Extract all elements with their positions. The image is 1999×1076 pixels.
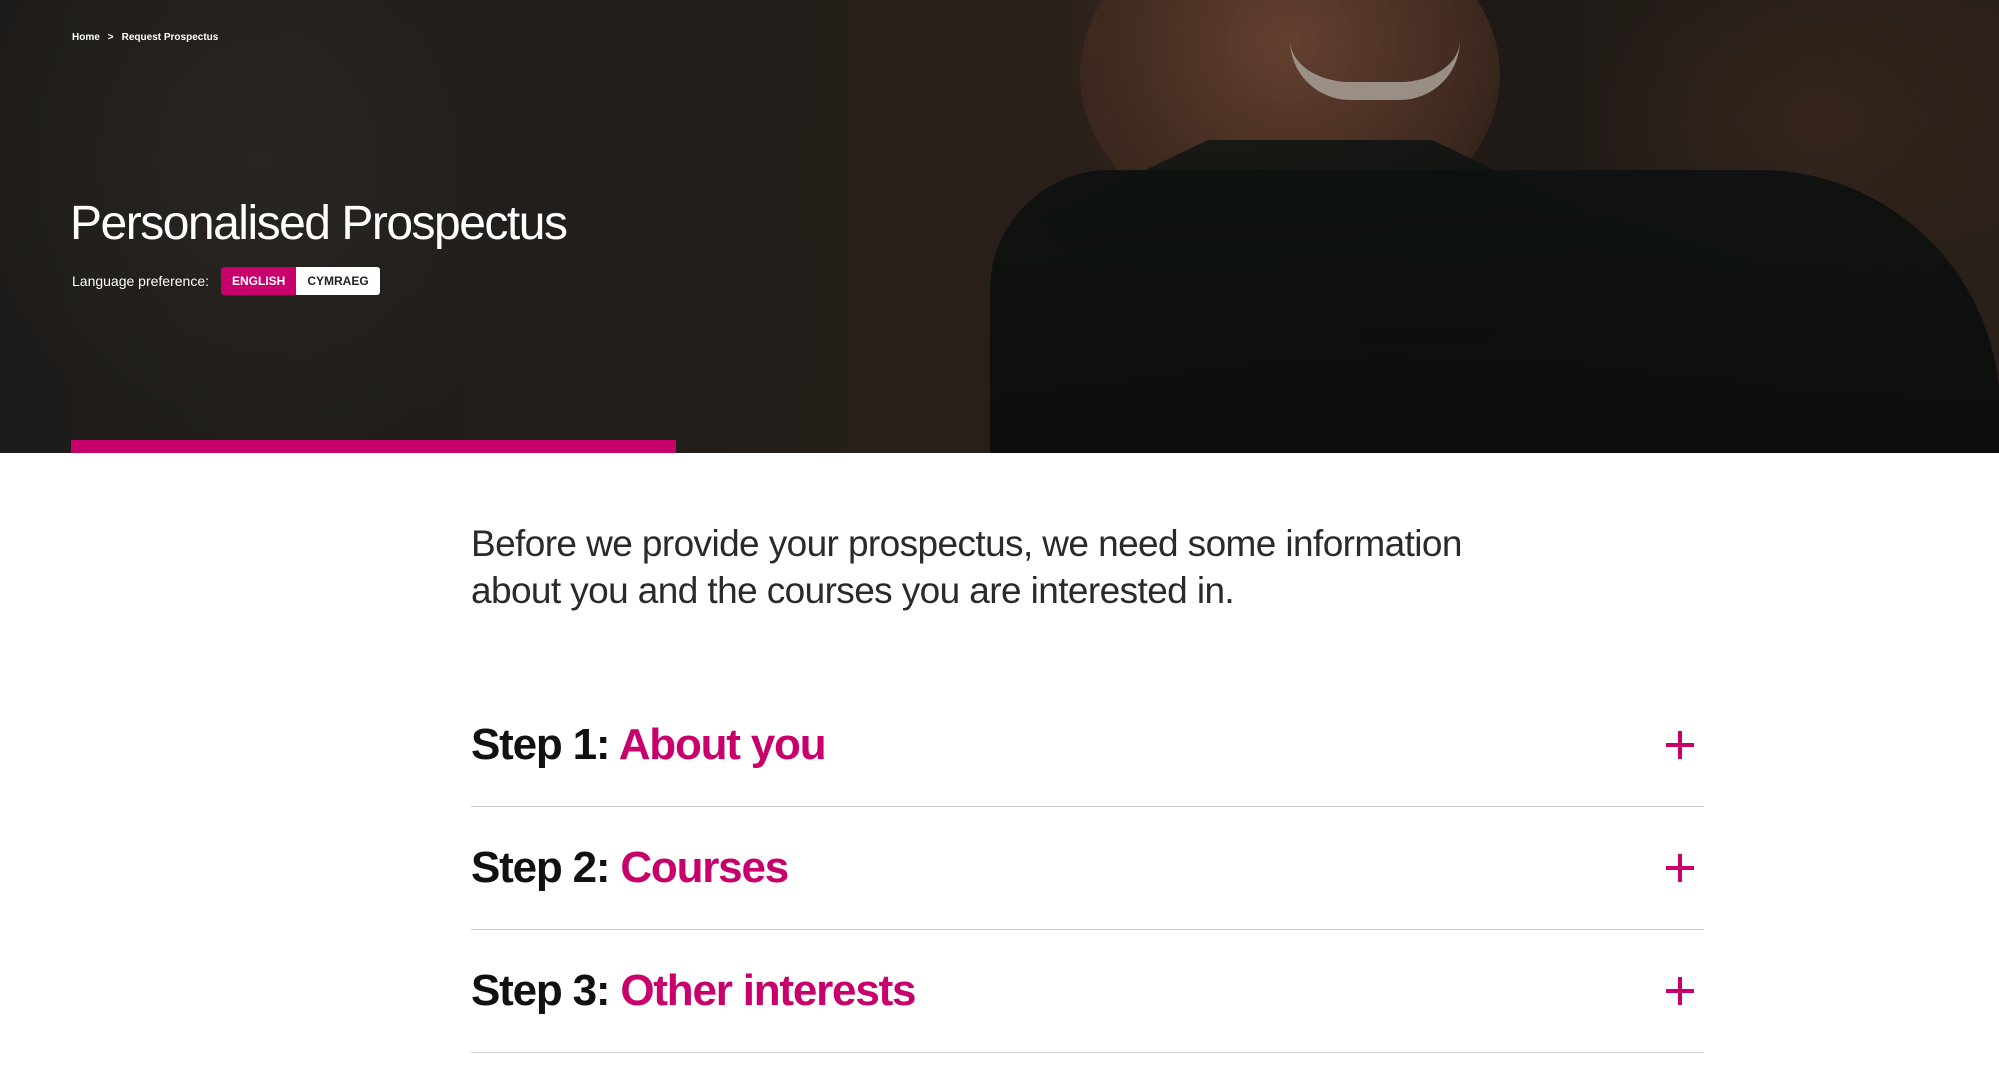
step-name: Courses [620, 843, 789, 892]
intro-text: Before we provide your prospectus, we ne… [471, 523, 1462, 611]
step-name: Other interests [620, 966, 916, 1015]
breadcrumb-separator: > [107, 32, 114, 43]
step-title: Step 1: About you [471, 720, 827, 770]
step-name: About you [618, 720, 827, 769]
language-selector: Language preference: ENGLISH CYMRAEG [72, 267, 380, 295]
step-number: Step 1: [471, 720, 610, 769]
page-title: Personalised Prospectus [70, 197, 568, 250]
plus-icon[interactable] [1666, 854, 1694, 882]
language-label: Language preference: [72, 273, 209, 289]
step-about-you[interactable]: Step 1: About you [471, 684, 1704, 807]
language-english-button[interactable]: ENGLISH [221, 267, 297, 295]
steps-accordion: Step 1: About you Step 2: Courses Step 3… [471, 684, 1704, 1053]
hero-banner: Home > Request Prospectus Personalised P… [0, 0, 1999, 453]
step-other-interests[interactable]: Step 3: Other interests [471, 930, 1704, 1053]
step-title: Step 2: Courses [471, 843, 789, 893]
step-title: Step 3: Other interests [471, 966, 917, 1016]
plus-icon[interactable] [1666, 977, 1694, 1005]
plus-icon[interactable] [1666, 731, 1694, 759]
language-cymraeg-button[interactable]: CYMRAEG [296, 267, 380, 295]
step-number: Step 3: [471, 966, 610, 1015]
breadcrumb: Home > Request Prospectus [72, 32, 218, 43]
step-number: Step 2: [471, 843, 610, 892]
progress-bar-fill [71, 440, 676, 453]
breadcrumb-home-link[interactable]: Home [72, 32, 100, 43]
breadcrumb-current: Request Prospectus [121, 32, 219, 43]
progress-bar [71, 440, 676, 453]
step-courses[interactable]: Step 2: Courses [471, 807, 1704, 930]
